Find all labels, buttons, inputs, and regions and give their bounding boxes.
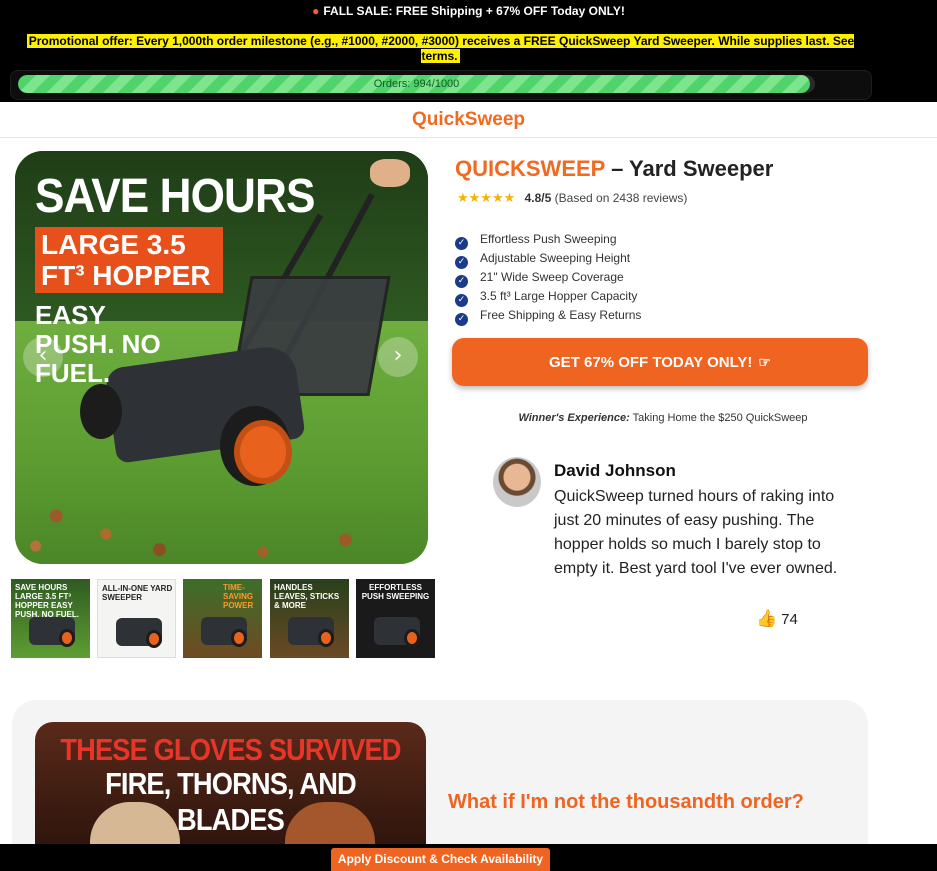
prev-image-arrow-icon[interactable]: ‹ [23,337,63,377]
product-main-image: SAVE HOURS LARGE 3.5 FT³ HOPPER EASY PUS… [15,151,428,564]
promo-offer[interactable]: Promotional offer: Every 1,000th order m… [20,34,861,64]
sticky-bottom-bar: Apply Discount & Check Availability [0,844,937,871]
feature-item: ✓ 21" Wide Sweep Coverage [455,268,641,288]
reviewer-name: David Johnson [554,461,676,480]
pointing-hand-icon: ☞ [758,354,771,370]
feature-text: Free Shipping & Easy Returns [480,308,642,322]
feature-item: ✓ Free Shipping & Easy Returns [455,306,642,326]
winner-label: Winner's Experience: [518,412,630,424]
thumbnail-label: TIME-SAVING POWER [223,583,254,610]
star-rating-icon: ★★★★★ [457,190,516,205]
review-card: David Johnson QuickSweep turned hours of… [453,446,868,654]
product-name: – Yard Sweeper [604,156,774,181]
hand [370,159,410,187]
avatar [493,457,541,507]
review-text: QuickSweep turned hours of raking into j… [554,488,838,577]
review-count: (Based on 2438 reviews) [554,191,688,205]
promo-title-text: FALL SALE: FREE Shipping + 67% OFF Today… [323,4,625,18]
sweeper-wheel [220,406,292,486]
product-title: QUICKSWEEP – Yard Sweeper [455,156,773,182]
thumbnail-4[interactable]: HANDLES LEAVES, STICKS & MORE [270,579,349,658]
thumbnail-label: HANDLES LEAVES, STICKS & MORE [274,583,340,610]
hero-headline: SAVE HOURS [35,170,315,223]
feature-text: 21" Wide Sweep Coverage [480,270,624,284]
promo-banner: ● FALL SALE: FREE Shipping + 67% OFF Toda… [0,0,937,102]
thumbnail-2[interactable]: ALL-IN-ONE YARD SWEEPER [97,579,176,658]
hero-hopper-label: LARGE 3.5 FT³ HOPPER [35,227,223,293]
apply-discount-button[interactable]: Apply Discount & Check Availability [331,848,550,871]
orders-progress: Orders: 994/1000 [10,70,872,100]
thumbnail-wheel [146,630,162,648]
rating-score: 4.8/5 [524,191,552,205]
thumbnail-1[interactable]: SAVE HOURS LARGE 3.5 FT³ HOPPER EASY PUS… [11,579,90,658]
feature-item: ✓ Effortless Push Sweeping [455,230,641,250]
thumbs-up-icon[interactable]: 👍 [756,609,777,629]
image-leaves [15,444,428,564]
check-icon: ✓ [455,313,468,326]
gloves-headline-2: FIRE, THORNS, AND BLADES [105,766,357,837]
sweeper-wheel [80,384,122,439]
next-image-arrow-icon[interactable]: › [378,337,418,377]
get-discount-button[interactable]: GET 67% OFF TODAY ONLY! ☞ [452,338,868,386]
orders-count: Orders: 994/1000 [373,78,460,90]
like-count: 74 [781,611,798,628]
faq-question: What if I'm not the thousandth order? [448,791,804,813]
fire-icon: ● [312,4,320,18]
feature-text: Effortless Push Sweeping [480,232,617,246]
thumbnail-wheel [318,629,334,647]
logo[interactable]: QuickSweep [0,109,937,131]
site-header: QuickSweep [0,102,937,138]
promo-offer-text[interactable]: Promotional offer: Every 1,000th order m… [26,34,855,63]
thumbnail-label: EFFORTLESS PUSH SWEEPING [361,583,430,601]
thumbnail-wheel [404,629,420,647]
rating: ★★★★★ 4.8/5 (Based on 2438 reviews) [457,190,687,206]
thumbnail-5[interactable]: EFFORTLESS PUSH SWEEPING [356,579,435,658]
thumbnail-strip: SAVE HOURS LARGE 3.5 FT³ HOPPER EASY PUS… [11,579,436,658]
winner-experience: Winner's Experience: Taking Home the $25… [455,412,871,424]
gloves-headline-1: THESE GLOVES SURVIVED [60,732,401,767]
feature-item: ✓ 3.5 ft³ Large Hopper Capacity [455,287,641,307]
thumbnail-wheel [59,629,75,647]
progress-track: Orders: 994/1000 [18,75,815,93]
thumbnail-wheel [231,629,247,647]
thumbnail-label: ALL-IN-ONE YARD SWEEPER [102,584,173,602]
winner-text: Taking Home the $250 QuickSweep [629,412,808,424]
likes[interactable]: 👍 74 [756,609,798,629]
feature-text: 3.5 ft³ Large Hopper Capacity [480,289,638,303]
feature-text: Adjustable Sweeping Height [480,251,631,265]
product-brand: QUICKSWEEP [455,156,605,181]
feature-list: ✓ Effortless Push Sweeping ✓ Adjustable Sw… [455,230,642,326]
promo-title: ● FALL SALE: FREE Shipping + 67% OFF Toda… [0,4,937,18]
thumbnail-label: SAVE HOURS LARGE 3.5 FT³ HOPPER EASY PUS… [15,583,80,619]
feature-item: ✓ Adjustable Sweeping Height [455,249,641,269]
cta-label: GET 67% OFF TODAY ONLY! [549,354,753,371]
thumbnail-3[interactable]: TIME-SAVING POWER [183,579,262,658]
